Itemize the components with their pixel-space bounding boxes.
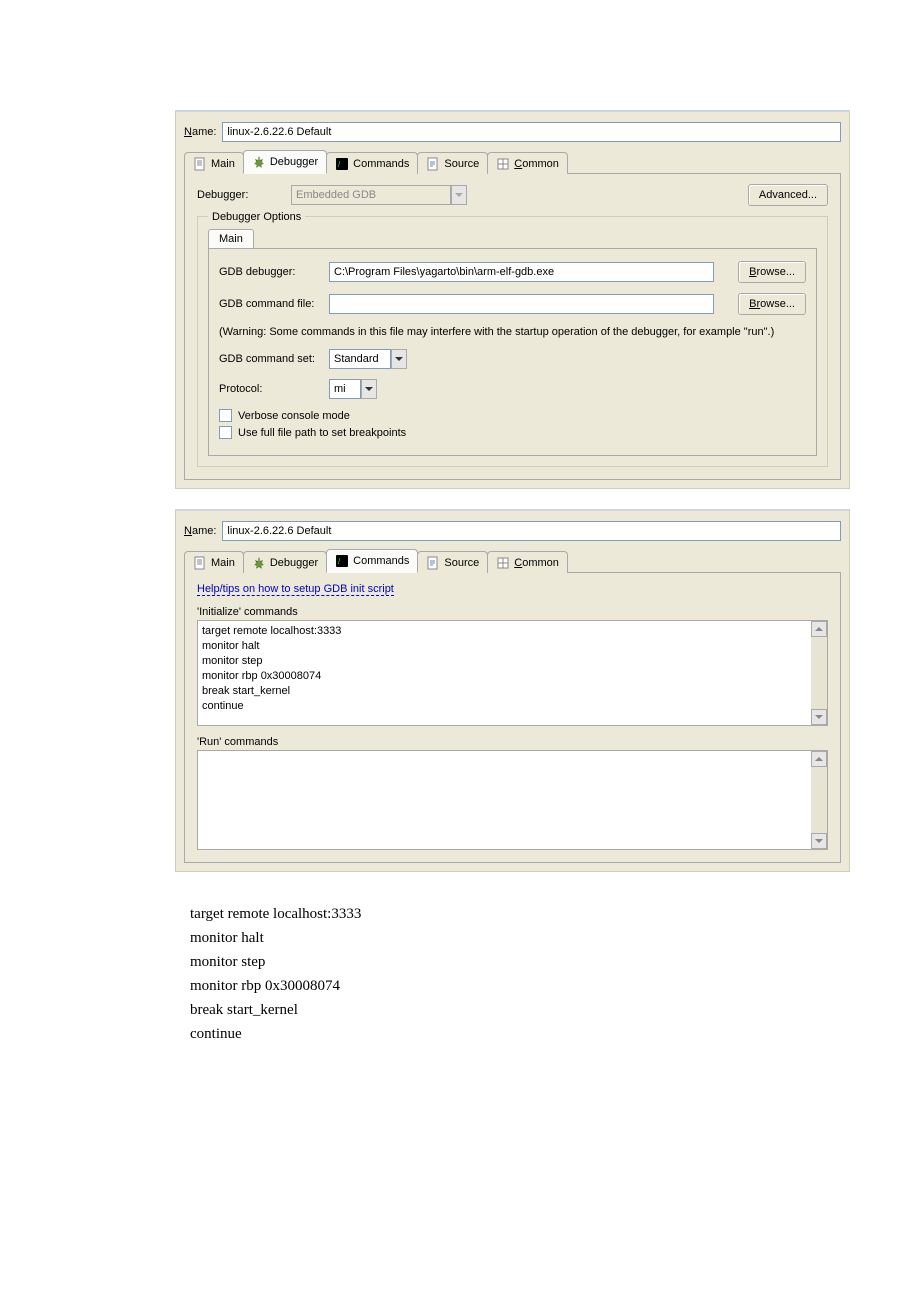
cmdset-value [329, 349, 391, 369]
fullpath-checkbox-row[interactable]: Use full file path to set breakpoints [219, 426, 806, 439]
dropdown-arrow-icon[interactable] [451, 185, 467, 205]
config-panel-commands: Name: Main Debugger / Commands Source [175, 509, 850, 872]
run-textarea-wrap [197, 750, 828, 850]
advanced-button[interactable]: Advanced... [748, 184, 828, 206]
tab-main[interactable]: Main [184, 551, 244, 573]
inner-tab-main[interactable]: Main [208, 229, 254, 248]
tab-commands-label: Commands [353, 158, 409, 170]
fullpath-label: Use full file path to set breakpoints [238, 427, 406, 439]
document-text-block: target remote localhost:3333 monitor hal… [190, 902, 850, 1046]
name-input[interactable] [222, 122, 841, 142]
name-label: Name: [184, 126, 216, 138]
tab-common[interactable]: Common [487, 152, 568, 174]
protocol-dropdown[interactable] [329, 379, 377, 399]
tab-debugger[interactable]: Debugger [243, 150, 327, 174]
debugger-tab-content: Debugger: Advanced... Debugger Options M… [184, 173, 841, 480]
source-icon [426, 556, 440, 570]
initialize-section-label: 'Initialize' commands [197, 606, 828, 618]
scroll-down-icon[interactable] [811, 709, 827, 725]
cmdset-dropdown[interactable] [329, 349, 407, 369]
tab-main[interactable]: Main [184, 152, 244, 174]
bug-icon [252, 556, 266, 570]
tab-source-label: Source [444, 158, 479, 170]
name-input[interactable] [222, 521, 841, 541]
tab-commands-label: Commands [353, 555, 409, 567]
gdb-debugger-label: GDB debugger: [219, 266, 329, 278]
protocol-label: Protocol: [219, 383, 329, 395]
tab-main-label: Main [211, 557, 235, 569]
scroll-up-icon[interactable] [811, 621, 827, 637]
checkbox-icon[interactable] [219, 426, 232, 439]
tab-debugger-label: Debugger [270, 557, 318, 569]
scroll-down-icon[interactable] [811, 833, 827, 849]
tab-commands[interactable]: / Commands [326, 549, 418, 573]
inner-content: GDB debugger: Browse... GDB command file… [208, 248, 817, 456]
browse-cmdfile-button[interactable]: Browse... [738, 293, 806, 315]
tab-source-label: Source [444, 557, 479, 569]
terminal-icon: / [335, 157, 349, 171]
debugger-options-group: Debugger Options Main GDB debugger: Brow… [197, 216, 828, 467]
tab-common[interactable]: Common [487, 551, 568, 573]
gdb-cmdfile-label: GDB command file: [219, 298, 329, 310]
table-icon [496, 556, 510, 570]
run-commands-input[interactable] [198, 751, 811, 849]
verbose-checkbox-row[interactable]: Verbose console mode [219, 409, 806, 422]
scroll-up-icon[interactable] [811, 751, 827, 767]
tab-common-label: Common [514, 557, 559, 569]
tab-debugger[interactable]: Debugger [243, 551, 327, 573]
source-icon [426, 157, 440, 171]
config-panel-debugger: Name: Main Debugger / Commands Source [175, 110, 850, 489]
tab-commands[interactable]: / Commands [326, 152, 418, 174]
help-link[interactable]: Help/tips on how to setup GDB init scrip… [197, 583, 394, 596]
dropdown-arrow-icon[interactable] [391, 349, 407, 369]
dropdown-arrow-icon[interactable] [361, 379, 377, 399]
gdb-debugger-input[interactable] [329, 262, 714, 282]
browse-gdb-button[interactable]: Browse... [738, 261, 806, 283]
name-row: Name: [176, 511, 849, 549]
bug-icon [252, 155, 266, 169]
document-icon [193, 556, 207, 570]
checkbox-icon[interactable] [219, 409, 232, 422]
debugger-row: Debugger: Advanced... [197, 184, 828, 206]
debugger-dropdown-value [291, 185, 451, 205]
scrollbar[interactable] [811, 621, 827, 725]
tab-debugger-label: Debugger [270, 156, 318, 168]
warning-text: (Warning: Some commands in this file may… [219, 325, 806, 339]
terminal-icon: / [335, 554, 349, 568]
tab-common-label: Common [514, 158, 559, 170]
cmdset-label: GDB command set: [219, 353, 329, 365]
run-section-label: 'Run' commands [197, 736, 828, 748]
gdb-cmdfile-input[interactable] [329, 294, 714, 314]
debugger-options-legend: Debugger Options [208, 211, 305, 223]
commands-tab-content: Help/tips on how to setup GDB init scrip… [184, 572, 841, 863]
initialize-commands-input[interactable] [198, 621, 811, 725]
name-label: Name: [184, 525, 216, 537]
debugger-dropdown[interactable] [291, 185, 467, 205]
tab-bar: Main Debugger / Commands Source Common [176, 150, 849, 174]
initialize-textarea-wrap [197, 620, 828, 726]
protocol-value [329, 379, 361, 399]
tab-main-label: Main [211, 158, 235, 170]
document-icon [193, 157, 207, 171]
name-row: Name: [176, 112, 849, 150]
scrollbar[interactable] [811, 751, 827, 849]
table-icon [496, 157, 510, 171]
tab-source[interactable]: Source [417, 152, 488, 174]
tab-source[interactable]: Source [417, 551, 488, 573]
debugger-dropdown-label: Debugger: [197, 189, 287, 201]
verbose-label: Verbose console mode [238, 410, 350, 422]
tab-bar: Main Debugger / Commands Source Common [176, 549, 849, 573]
